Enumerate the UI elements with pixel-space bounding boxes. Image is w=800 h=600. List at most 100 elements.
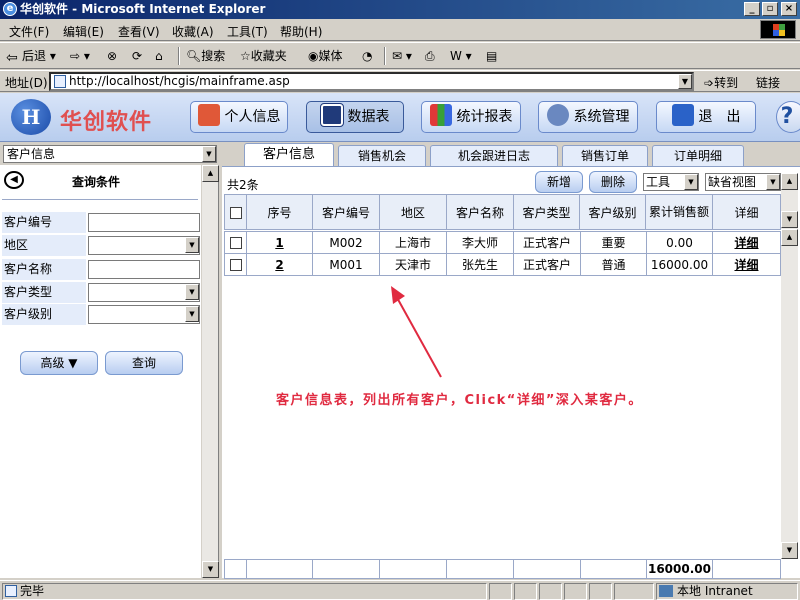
table-icon: [319, 103, 344, 127]
mail-button[interactable]: ✉ ▾: [392, 47, 412, 65]
cell-region: 天津市: [379, 253, 447, 276]
region-select[interactable]: ▼: [88, 236, 200, 255]
customer-level-select[interactable]: ▼: [88, 305, 200, 324]
home-button[interactable]: ⌂: [155, 47, 163, 65]
customer-name-input[interactable]: [88, 260, 200, 279]
field-label-region: 地区: [2, 235, 86, 256]
chevron-down-icon[interactable]: ▼: [185, 237, 199, 253]
select-all-cell[interactable]: [224, 194, 247, 230]
col-header-customer-name[interactable]: 客户名称: [446, 194, 514, 230]
cell-total-sales: 16000.00: [646, 253, 713, 276]
add-button[interactable]: 新增: [535, 171, 583, 193]
footer-total-sales: 16000.00: [646, 559, 713, 579]
table-select[interactable]: 客户信息 ▼: [3, 145, 217, 163]
cell-customer-type: 正式客户: [513, 231, 581, 254]
left-scrollbar[interactable]: ▲ ▼: [201, 165, 219, 578]
tab-customer-info[interactable]: 客户信息: [244, 143, 334, 167]
back-label: 后退: [22, 49, 47, 63]
logo-icon: H: [11, 99, 51, 135]
address-input[interactable]: http://localhost/hcgis/mainframe.asp: [49, 72, 694, 91]
col-header-detail[interactable]: 详细: [712, 194, 781, 230]
menu-file[interactable]: 文件(F): [9, 23, 49, 40]
media-button[interactable]: ◉媒体: [308, 47, 343, 65]
grid-scrollbar[interactable]: ▲ ▼: [781, 229, 798, 559]
refresh-button[interactable]: ⟳: [132, 47, 142, 65]
window-title: 华创软件 - Microsoft Internet Explorer: [20, 2, 266, 16]
tab-opportunity-log[interactable]: 机会跟进日志: [430, 145, 558, 166]
table-row[interactable]: 2 M001 天津市 张先生 正式客户 普通 16000.00 详细: [224, 253, 781, 276]
tab-order-detail[interactable]: 订单明细: [652, 145, 744, 166]
scroll-down-icon[interactable]: ▼: [781, 542, 798, 559]
menu-edit[interactable]: 编辑(E): [63, 23, 104, 40]
cell-customer-level: 重要: [580, 231, 647, 254]
customer-type-select[interactable]: ▼: [88, 283, 200, 302]
table-row[interactable]: 1 M002 上海市 李大师 正式客户 重要 0.00 详细: [224, 231, 781, 254]
nav-exit[interactable]: 退 出: [656, 101, 756, 133]
nav-system-management[interactable]: 系统管理: [538, 101, 638, 133]
scroll-down-icon[interactable]: ▼: [202, 561, 219, 578]
chevron-down-icon[interactable]: ▼: [202, 146, 216, 162]
nav-personal-info[interactable]: 个人信息: [190, 101, 288, 133]
select-all-checkbox[interactable]: [229, 206, 242, 219]
row-checkbox[interactable]: [229, 259, 242, 271]
scroll-up-icon[interactable]: ▲: [781, 173, 798, 190]
detail-link[interactable]: 详细: [734, 258, 758, 272]
chevron-down-icon[interactable]: ▼: [185, 306, 199, 322]
window-titlebar: e 华创软件 - Microsoft Internet Explorer _ ▫…: [0, 0, 800, 19]
close-button[interactable]: ×: [781, 2, 797, 16]
customer-code-input[interactable]: [88, 213, 200, 232]
help-button[interactable]: ?: [776, 101, 800, 133]
back-arrow-icon: ⇦: [6, 50, 18, 66]
col-header-region[interactable]: 地区: [379, 194, 447, 230]
nav-statistics-report[interactable]: 统计报表: [421, 101, 521, 133]
chevron-down-icon[interactable]: ▼: [185, 284, 199, 300]
advanced-button[interactable]: 高级 ▼: [20, 351, 98, 375]
col-header-total-sales[interactable]: 累计销售额: [645, 194, 713, 230]
row-index-link[interactable]: 2: [275, 258, 283, 272]
nav-data-table[interactable]: 数据表: [306, 101, 404, 133]
links-button[interactable]: 链接: [756, 74, 780, 91]
col-header-customer-level[interactable]: 客户级别: [579, 194, 646, 230]
col-header-index[interactable]: 序号: [246, 194, 313, 230]
chevron-down-icon[interactable]: ▼: [684, 174, 698, 190]
go-button[interactable]: ➩转到: [704, 74, 738, 91]
divider: [2, 199, 198, 200]
menu-tools[interactable]: 工具(T): [227, 23, 268, 40]
search-button[interactable]: 🔍︎搜索: [186, 47, 225, 65]
tools-select[interactable]: 工具 ▼: [643, 173, 699, 191]
edit-button[interactable]: W ▾: [450, 47, 472, 65]
favorites-button[interactable]: ☆收藏夹: [240, 47, 287, 65]
history-button[interactable]: ◔: [362, 47, 372, 65]
view-select[interactable]: 缺省视图 ▼: [705, 173, 781, 191]
row-select-cell[interactable]: [224, 231, 247, 254]
address-dropdown-button[interactable]: ▼: [678, 74, 692, 89]
maximize-button[interactable]: ▫: [762, 2, 778, 16]
status-text-cell: 完毕: [2, 583, 487, 600]
minimize-button[interactable]: _: [744, 2, 760, 16]
query-button[interactable]: 查询: [105, 351, 183, 375]
row-select-cell[interactable]: [224, 253, 247, 276]
tab-sales-opportunity[interactable]: 销售机会: [338, 145, 426, 166]
scroll-up-icon[interactable]: ▲: [781, 229, 798, 246]
collapse-left-icon[interactable]: ◀: [4, 171, 24, 189]
col-header-customer-type[interactable]: 客户类型: [513, 194, 580, 230]
print-button[interactable]: ⎙: [425, 47, 435, 65]
menu-view[interactable]: 查看(V): [118, 23, 160, 40]
detail-link[interactable]: 详细: [734, 236, 758, 250]
header-scrollbar[interactable]: ▲ ▼: [781, 173, 798, 229]
stop-button[interactable]: ⊗: [107, 47, 117, 65]
scroll-up-icon[interactable]: ▲: [202, 165, 219, 182]
menu-help[interactable]: 帮助(H): [280, 23, 322, 40]
back-button[interactable]: ⇦ 后退 ▾: [6, 47, 56, 65]
forward-button[interactable]: ⇨ ▾: [70, 47, 90, 65]
discuss-button[interactable]: ▤: [486, 47, 497, 65]
col-header-customer-code[interactable]: 客户编号: [312, 194, 380, 230]
row-index-link[interactable]: 1: [275, 236, 283, 250]
chevron-down-icon[interactable]: ▼: [766, 174, 780, 190]
menu-favorites[interactable]: 收藏(A): [172, 23, 214, 40]
scroll-down-icon[interactable]: ▼: [781, 211, 798, 228]
row-checkbox[interactable]: [229, 237, 242, 249]
menu-bar: 文件(F) 编辑(E) 查看(V) 收藏(A) 工具(T) 帮助(H): [0, 19, 800, 41]
delete-button[interactable]: 删除: [589, 171, 637, 193]
tab-sales-order[interactable]: 销售订单: [562, 145, 648, 166]
